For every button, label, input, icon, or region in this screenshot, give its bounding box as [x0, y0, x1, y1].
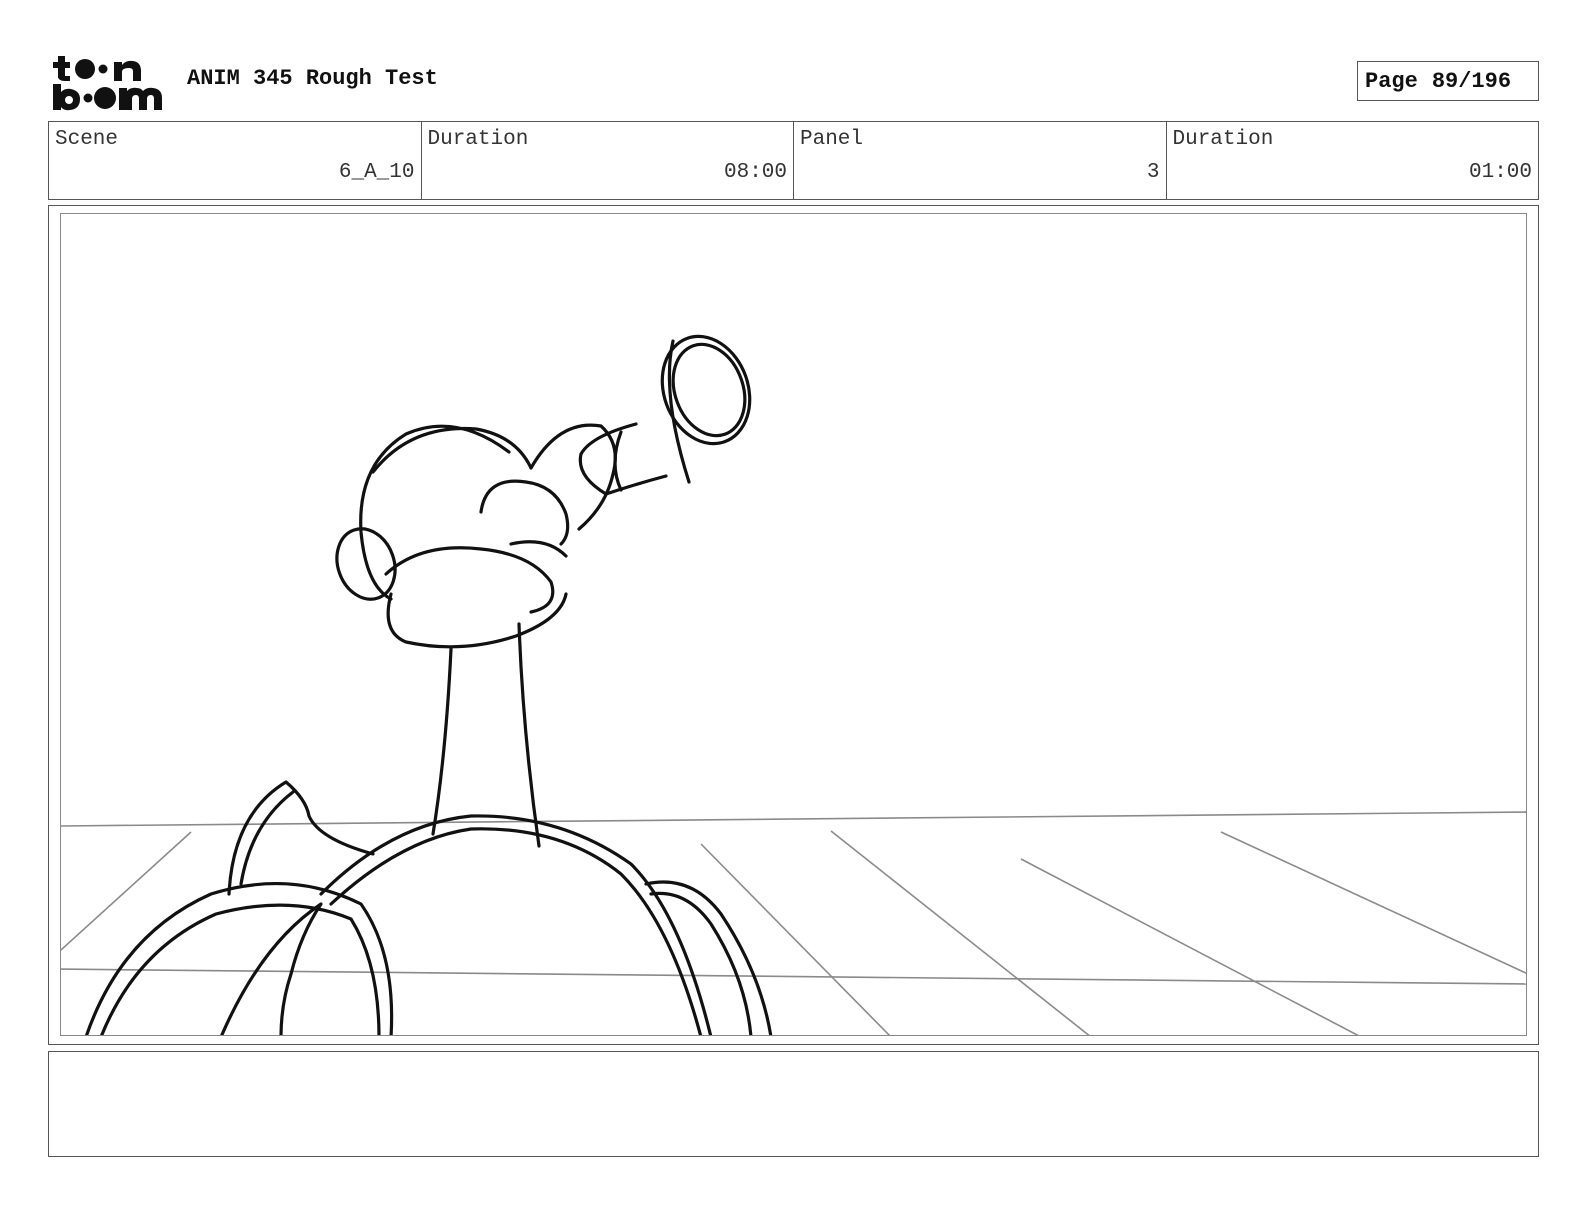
scene-duration-label: Duration	[427, 128, 529, 151]
storyboard-panel-frame	[48, 205, 1539, 1045]
scene-cell: Scene 6_A_10	[49, 122, 422, 199]
page-indicator: Page 89/196	[1357, 61, 1539, 101]
document-title: ANIM 345 Rough Test	[187, 66, 438, 91]
floor-guides	[61, 811, 1526, 1035]
scene-duration-value: 08:00	[723, 161, 787, 184]
scene-label: Scene	[55, 128, 119, 151]
character-sketch	[85, 334, 773, 1035]
panel-value: 3	[1146, 161, 1160, 184]
panel-notes-box	[48, 1051, 1539, 1157]
scene-duration-cell: Duration 08:00	[422, 122, 794, 199]
panel-cell: Panel 3	[794, 122, 1167, 199]
page-number: 89/196	[1431, 68, 1512, 94]
panel-duration-label: Duration	[1172, 128, 1274, 151]
panel-duration-cell: Duration 01:00	[1167, 122, 1539, 199]
rough-sketch-drawing	[61, 334, 1526, 1035]
toonboom-logo	[53, 56, 162, 111]
storyboard-panel-image	[60, 213, 1527, 1036]
panel-label: Panel	[800, 128, 864, 151]
page-label: Page	[1365, 68, 1418, 94]
scene-info-table: Scene 6_A_10 Duration 08:00 Panel 3 Dura…	[48, 121, 1539, 200]
panel-duration-value: 01:00	[1468, 161, 1532, 184]
scene-value: 6_A_10	[338, 161, 415, 184]
